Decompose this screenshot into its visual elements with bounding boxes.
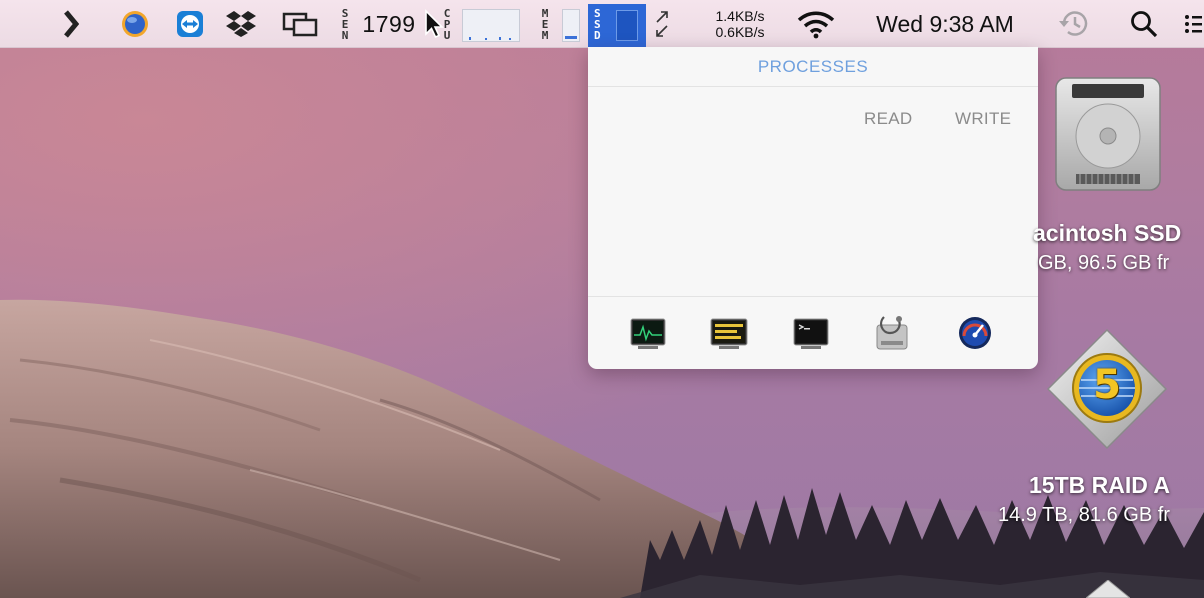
memory-bar[interactable] [562,9,580,42]
drive-name: 15TB RAID A [1029,472,1170,498]
notification-list-icon[interactable] [1180,0,1204,48]
hard-drive-icon[interactable] [1050,74,1166,194]
sensor-reading[interactable]: 1799 [356,0,422,48]
terminal-icon[interactable] [791,313,831,353]
network-rates[interactable]: 1.4KB/s 0.6KB/s [700,0,780,48]
drive-info: 14.9 TB, 81.6 GB fr [998,504,1170,526]
disk-utility-icon[interactable] [872,313,912,353]
console-icon[interactable] [709,313,749,353]
menu-bar: S E N 1799 C P U M E M S S D 1.4KB/s 0.6… [0,0,1204,48]
activity-monitor-icon[interactable] [628,313,668,353]
overlapping-windows-icon[interactable] [280,0,320,48]
raid-badge-number: 5 [1093,362,1121,408]
network-download-rate: 0.6KB/s [715,24,765,40]
column-header-write[interactable]: WRITE [955,109,1011,129]
cpu-label: C P U [443,6,451,42]
menu-bar-clock[interactable]: Wed 9:38 AM [852,0,1038,48]
network-upload-rate: 1.4KB/s [715,8,765,24]
search-icon[interactable] [1124,0,1164,48]
wifi-icon[interactable] [794,0,838,48]
disk-activity-item[interactable]: S S D [588,4,646,47]
popover-title: PROCESSES [588,47,1038,87]
popover-footer [588,296,1038,369]
desktop-drive-partial-icon[interactable] [1085,579,1131,598]
raid-drive-icon[interactable]: 5 [1046,328,1168,450]
globe-icon[interactable] [118,0,152,48]
drive-info: GB, 96.5 GB fr [1038,252,1170,274]
column-header-read[interactable]: READ [864,109,912,129]
memory-label: M E M [541,6,549,42]
istat-menus-icon[interactable] [955,313,995,353]
network-arrows-icon[interactable] [650,0,674,48]
time-machine-icon[interactable] [1054,0,1094,48]
sensor-label: S E N [341,6,349,42]
cpu-graph[interactable] [462,9,520,42]
teamviewer-icon[interactable] [173,0,207,48]
drive-name: acintosh SSD [1033,220,1182,246]
disk-processes-popover: PROCESSES READ WRITE [588,47,1038,369]
dropbox-icon[interactable] [222,0,260,48]
chevron-right-icon[interactable] [56,0,86,48]
disk-activity-graph [616,10,638,41]
